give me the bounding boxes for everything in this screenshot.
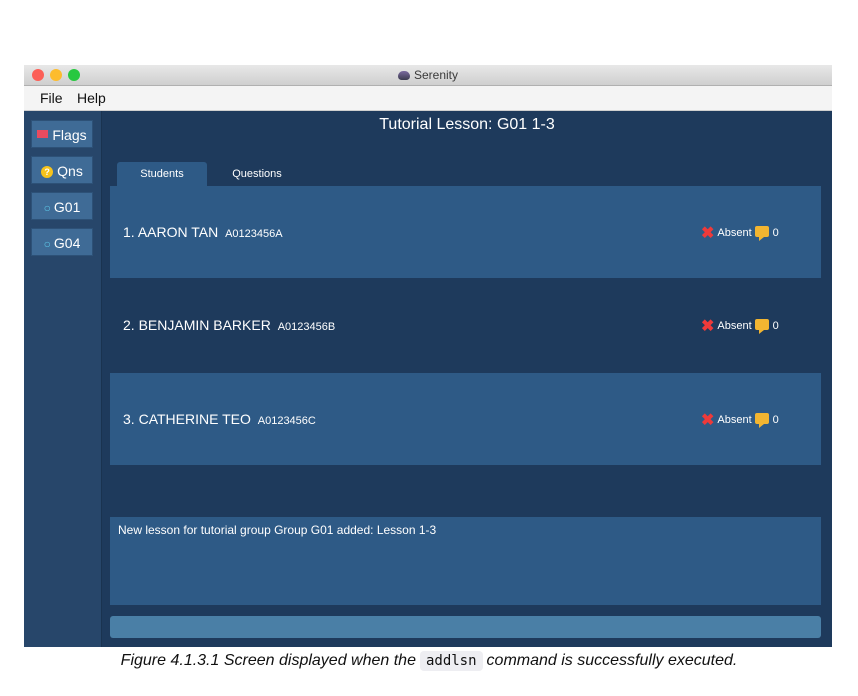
student-id: A0123456A — [225, 228, 283, 240]
tab-questions[interactable]: Questions — [217, 162, 297, 186]
menu-help[interactable]: Help — [77, 90, 106, 106]
student-name: BENJAMIN BARKER — [138, 317, 271, 333]
page-title: Tutorial Lesson: G01 1-3 — [379, 116, 555, 133]
result-display: New lesson for tutorial group Group G01 … — [110, 517, 821, 605]
absent-x-icon: ✖ — [701, 318, 715, 335]
caption-suffix: command is successfully executed. — [486, 652, 738, 669]
attendance-status: Absent — [717, 414, 752, 426]
attendance-info: ✖ Absent 0 — [701, 223, 779, 243]
participation-count: 0 — [772, 414, 779, 426]
student-index: 2. — [123, 317, 135, 333]
sidebar-item-label: G04 — [53, 235, 81, 251]
menu-bar: File Help — [24, 86, 832, 111]
participation-count: 0 — [772, 227, 779, 239]
result-message: New lesson for tutorial group Group G01 … — [118, 523, 437, 537]
app-window: Serenity File Help Flags ? Qns ○ G01 ○ G04 … — [24, 65, 832, 647]
question-icon: ? — [41, 166, 54, 178]
attendance-info: ✖ Absent 0 — [701, 410, 779, 430]
student-id: A0123456C — [257, 415, 316, 427]
window-title: Serenity — [413, 68, 459, 82]
attendance-info: ✖ Absent 0 — [701, 316, 779, 336]
student-card[interactable]: 3. CATHERINE TEO A0123456C ✖ Absent 0 — [110, 373, 821, 465]
student-name: CATHERINE TEO — [138, 411, 251, 427]
student-index: 3. — [123, 411, 135, 427]
student-name-line: 1. AARON TAN A0123456A — [123, 224, 283, 240]
caption-code: addlsn — [419, 651, 483, 671]
student-card[interactable]: 2. BENJAMIN BARKER A0123456B ✖ Absent 0 — [110, 279, 821, 371]
command-input[interactable] — [110, 616, 821, 638]
student-name-line: 3. CATHERINE TEO A0123456C — [123, 411, 316, 427]
title-bar: Serenity — [24, 65, 832, 86]
absent-x-icon: ✖ — [701, 225, 715, 242]
sidebar-item-g01[interactable]: ○ G01 — [31, 192, 93, 220]
sidebar-item-g04[interactable]: ○ G04 — [31, 228, 93, 256]
person-icon: ○ — [43, 201, 51, 215]
student-card[interactable]: 1. AARON TAN A0123456A ✖ Absent 0 — [110, 186, 821, 278]
student-id: A0123456B — [277, 321, 336, 333]
comment-icon — [754, 413, 769, 428]
figure-caption: Figure 4.1.3.1 Screen displayed when the… — [0, 651, 858, 671]
sidebar-item-label: G01 — [53, 199, 81, 215]
window-title-area: Serenity — [24, 65, 832, 85]
person-icon: ○ — [43, 237, 51, 251]
sidebar-item-label: Flags — [52, 127, 87, 143]
flag-icon — [37, 130, 49, 138]
attendance-status: Absent — [717, 227, 752, 239]
menu-file[interactable]: File — [40, 90, 63, 106]
student-name: AARON TAN — [137, 224, 219, 240]
caption-prefix: Figure 4.1.3.1 Screen displayed when the — [120, 652, 416, 669]
attendance-status: Absent — [717, 320, 752, 332]
tab-students[interactable]: Students — [117, 162, 207, 186]
sidebar-item-flags[interactable]: Flags — [31, 120, 93, 148]
absent-x-icon: ✖ — [701, 412, 715, 429]
comment-icon — [754, 226, 769, 241]
sidebar-item-label: Qns — [57, 163, 83, 179]
sidebar: Flags ? Qns ○ G01 ○ G04 — [24, 111, 102, 647]
student-index: 1. — [123, 224, 135, 240]
student-name-line: 2. BENJAMIN BARKER A0123456B — [123, 317, 335, 333]
participation-count: 0 — [772, 320, 779, 332]
sidebar-item-qns[interactable]: ? Qns — [31, 156, 93, 184]
comment-icon — [754, 319, 769, 334]
app-logo-icon — [397, 71, 410, 80]
